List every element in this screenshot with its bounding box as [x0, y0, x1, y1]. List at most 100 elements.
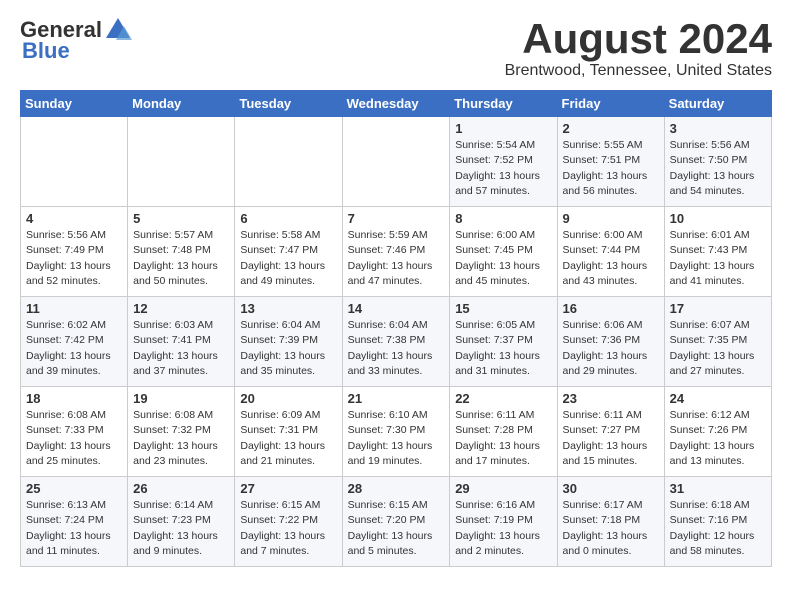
day-number: 15	[455, 301, 551, 316]
calendar-table: SundayMondayTuesdayWednesdayThursdayFrid…	[20, 90, 772, 567]
day-number: 1	[455, 121, 551, 136]
day-detail: Sunrise: 5:57 AMSunset: 7:48 PMDaylight:…	[133, 228, 229, 289]
calendar-subtitle: Brentwood, Tennessee, United States	[505, 62, 772, 80]
calendar-week-row: 25Sunrise: 6:13 AMSunset: 7:24 PMDayligh…	[21, 477, 772, 567]
day-detail: Sunrise: 6:11 AMSunset: 7:28 PMDaylight:…	[455, 408, 551, 469]
day-number: 13	[240, 301, 336, 316]
day-number: 28	[348, 481, 445, 496]
day-detail: Sunrise: 6:07 AMSunset: 7:35 PMDaylight:…	[670, 318, 766, 379]
calendar-day-10: 10 Sunrise: 6:01 AMSunset: 7:43 PMDayligh…	[664, 207, 771, 297]
day-detail: Sunrise: 6:17 AMSunset: 7:18 PMDaylight:…	[563, 498, 659, 559]
calendar-title: August 2024	[505, 16, 772, 62]
day-detail: Sunrise: 6:18 AMSunset: 7:16 PMDaylight:…	[670, 498, 766, 559]
calendar-day-22: 22 Sunrise: 6:11 AMSunset: 7:28 PMDayligh…	[450, 387, 557, 477]
calendar-day-11: 11 Sunrise: 6:02 AMSunset: 7:42 PMDayligh…	[21, 297, 128, 387]
day-number: 10	[670, 211, 766, 226]
calendar-day-empty	[21, 117, 128, 207]
calendar-day-empty	[235, 117, 342, 207]
calendar-day-21: 21 Sunrise: 6:10 AMSunset: 7:30 PMDayligh…	[342, 387, 450, 477]
calendar-day-18: 18 Sunrise: 6:08 AMSunset: 7:33 PMDayligh…	[21, 387, 128, 477]
day-detail: Sunrise: 6:01 AMSunset: 7:43 PMDaylight:…	[670, 228, 766, 289]
day-number: 17	[670, 301, 766, 316]
day-detail: Sunrise: 5:56 AMSunset: 7:50 PMDaylight:…	[670, 138, 766, 199]
day-detail: Sunrise: 6:02 AMSunset: 7:42 PMDaylight:…	[26, 318, 122, 379]
calendar-day-30: 30Sunrise: 6:17 AMSunset: 7:18 PMDayligh…	[557, 477, 664, 567]
weekday-header-tuesday: Tuesday	[235, 91, 342, 117]
day-detail: Sunrise: 5:54 AMSunset: 7:52 PMDaylight:…	[455, 138, 551, 199]
day-detail: Sunrise: 5:55 AMSunset: 7:51 PMDaylight:…	[563, 138, 659, 199]
day-detail: Sunrise: 6:05 AMSunset: 7:37 PMDaylight:…	[455, 318, 551, 379]
day-detail: Sunrise: 6:00 AMSunset: 7:45 PMDaylight:…	[455, 228, 551, 289]
day-detail: Sunrise: 6:10 AMSunset: 7:30 PMDaylight:…	[348, 408, 445, 469]
day-detail: Sunrise: 6:12 AMSunset: 7:26 PMDaylight:…	[670, 408, 766, 469]
day-number: 5	[133, 211, 229, 226]
day-number: 8	[455, 211, 551, 226]
day-number: 24	[670, 391, 766, 406]
calendar-day-24: 24 Sunrise: 6:12 AMSunset: 7:26 PMDayligh…	[664, 387, 771, 477]
day-number: 4	[26, 211, 122, 226]
day-number: 26	[133, 481, 229, 496]
calendar-day-20: 20 Sunrise: 6:09 AMSunset: 7:31 PMDayligh…	[235, 387, 342, 477]
day-number: 27	[240, 481, 336, 496]
day-detail: Sunrise: 6:08 AMSunset: 7:33 PMDaylight:…	[26, 408, 122, 469]
calendar-day-3: 3 Sunrise: 5:56 AMSunset: 7:50 PMDaylight…	[664, 117, 771, 207]
weekday-header-saturday: Saturday	[664, 91, 771, 117]
day-number: 29	[455, 481, 551, 496]
day-detail: Sunrise: 6:09 AMSunset: 7:31 PMDaylight:…	[240, 408, 336, 469]
day-detail: Sunrise: 6:15 AMSunset: 7:22 PMDaylight:…	[240, 498, 336, 559]
day-number: 20	[240, 391, 336, 406]
calendar-day-15: 15 Sunrise: 6:05 AMSunset: 7:37 PMDayligh…	[450, 297, 557, 387]
calendar-day-4: 4 Sunrise: 5:56 AMSunset: 7:49 PMDaylight…	[21, 207, 128, 297]
day-number: 6	[240, 211, 336, 226]
day-number: 31	[670, 481, 766, 496]
day-number: 19	[133, 391, 229, 406]
day-detail: Sunrise: 5:56 AMSunset: 7:49 PMDaylight:…	[26, 228, 122, 289]
calendar-day-17: 17 Sunrise: 6:07 AMSunset: 7:35 PMDayligh…	[664, 297, 771, 387]
day-detail: Sunrise: 5:59 AMSunset: 7:46 PMDaylight:…	[348, 228, 445, 289]
day-number: 23	[563, 391, 659, 406]
day-detail: Sunrise: 6:08 AMSunset: 7:32 PMDaylight:…	[133, 408, 229, 469]
day-number: 16	[563, 301, 659, 316]
calendar-day-29: 29Sunrise: 6:16 AMSunset: 7:19 PMDayligh…	[450, 477, 557, 567]
calendar-day-23: 23 Sunrise: 6:11 AMSunset: 7:27 PMDayligh…	[557, 387, 664, 477]
weekday-header-thursday: Thursday	[450, 91, 557, 117]
calendar-day-27: 27 Sunrise: 6:15 AMSunset: 7:22 PMDayligh…	[235, 477, 342, 567]
calendar-day-9: 9Sunrise: 6:00 AMSunset: 7:44 PMDaylight…	[557, 207, 664, 297]
calendar-week-row: 11 Sunrise: 6:02 AMSunset: 7:42 PMDayligh…	[21, 297, 772, 387]
calendar-day-28: 28 Sunrise: 6:15 AMSunset: 7:20 PMDayligh…	[342, 477, 450, 567]
calendar-week-row: 1 Sunrise: 5:54 AMSunset: 7:52 PMDaylight…	[21, 117, 772, 207]
logo-blue-text: Blue	[22, 38, 70, 64]
calendar-day-6: 6 Sunrise: 5:58 AMSunset: 7:47 PMDaylight…	[235, 207, 342, 297]
calendar-day-14: 14 Sunrise: 6:04 AMSunset: 7:38 PMDayligh…	[342, 297, 450, 387]
day-number: 21	[348, 391, 445, 406]
calendar-day-16: 16 Sunrise: 6:06 AMSunset: 7:36 PMDayligh…	[557, 297, 664, 387]
day-number: 3	[670, 121, 766, 136]
day-number: 14	[348, 301, 445, 316]
day-detail: Sunrise: 5:58 AMSunset: 7:47 PMDaylight:…	[240, 228, 336, 289]
day-detail: Sunrise: 6:00 AMSunset: 7:44 PMDaylight:…	[563, 228, 659, 289]
day-number: 2	[563, 121, 659, 136]
calendar-week-row: 4 Sunrise: 5:56 AMSunset: 7:49 PMDaylight…	[21, 207, 772, 297]
day-number: 22	[455, 391, 551, 406]
day-number: 7	[348, 211, 445, 226]
day-detail: Sunrise: 6:15 AMSunset: 7:20 PMDaylight:…	[348, 498, 445, 559]
calendar-day-12: 12 Sunrise: 6:03 AMSunset: 7:41 PMDayligh…	[128, 297, 235, 387]
day-detail: Sunrise: 6:04 AMSunset: 7:38 PMDaylight:…	[348, 318, 445, 379]
logo: General Blue	[20, 16, 132, 64]
calendar-day-empty	[128, 117, 235, 207]
day-detail: Sunrise: 6:03 AMSunset: 7:41 PMDaylight:…	[133, 318, 229, 379]
weekday-header-monday: Monday	[128, 91, 235, 117]
calendar-day-25: 25Sunrise: 6:13 AMSunset: 7:24 PMDayligh…	[21, 477, 128, 567]
weekday-header-wednesday: Wednesday	[342, 91, 450, 117]
logo-icon	[104, 16, 132, 44]
day-number: 25	[26, 481, 122, 496]
day-detail: Sunrise: 6:06 AMSunset: 7:36 PMDaylight:…	[563, 318, 659, 379]
calendar-day-empty	[342, 117, 450, 207]
day-number: 12	[133, 301, 229, 316]
day-number: 18	[26, 391, 122, 406]
day-number: 11	[26, 301, 122, 316]
day-detail: Sunrise: 6:04 AMSunset: 7:39 PMDaylight:…	[240, 318, 336, 379]
title-block: August 2024 Brentwood, Tennessee, United…	[505, 16, 772, 80]
day-detail: Sunrise: 6:11 AMSunset: 7:27 PMDaylight:…	[563, 408, 659, 469]
calendar-week-row: 18 Sunrise: 6:08 AMSunset: 7:33 PMDayligh…	[21, 387, 772, 477]
